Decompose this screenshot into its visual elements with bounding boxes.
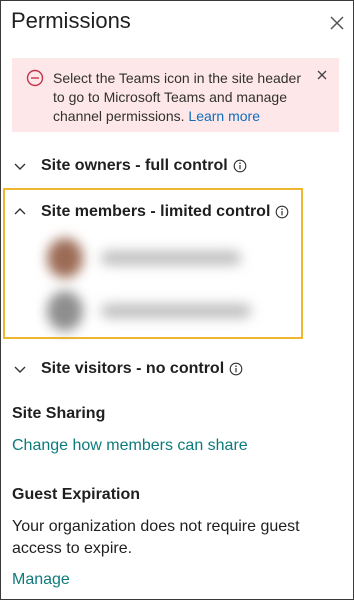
close-icon[interactable] bbox=[327, 13, 347, 33]
panel-title: Permissions bbox=[11, 8, 131, 33]
info-icon[interactable] bbox=[275, 205, 289, 219]
group-label: Site owners - full control bbox=[41, 157, 228, 174]
group-site-members[interactable]: Site members - limited control bbox=[1, 200, 289, 224]
dismiss-notice-icon[interactable] bbox=[315, 68, 329, 82]
member-name-blurred bbox=[101, 251, 241, 265]
member-name-blurred bbox=[101, 304, 251, 318]
manage-link[interactable]: Manage bbox=[12, 571, 70, 589]
chevron-up-icon bbox=[14, 208, 26, 215]
group-site-visitors[interactable]: Site visitors - no control bbox=[1, 357, 243, 381]
info-icon[interactable] bbox=[233, 159, 247, 173]
teams-notice-banner: Select the Teams icon in the site header… bbox=[12, 58, 339, 132]
group-label: Site visitors - no control bbox=[41, 360, 225, 377]
notice-text: Select the Teams icon in the site header… bbox=[53, 70, 302, 124]
chevron-down-icon bbox=[14, 163, 26, 170]
group-site-owners[interactable]: Site owners - full control bbox=[1, 154, 247, 178]
notice-message: Select the Teams icon in the site header… bbox=[53, 69, 308, 126]
change-sharing-link[interactable]: Change how members can share bbox=[12, 437, 248, 455]
guest-expiration-heading: Guest Expiration bbox=[12, 486, 141, 503]
error-circle-icon bbox=[26, 69, 44, 87]
info-icon[interactable] bbox=[229, 362, 243, 376]
member-entry[interactable] bbox=[41, 291, 251, 331]
permissions-panel: Permissions Select the Teams icon in the… bbox=[0, 0, 354, 600]
learn-more-link[interactable]: Learn more bbox=[188, 108, 260, 124]
avatar bbox=[47, 238, 83, 278]
group-label: Site members - limited control bbox=[41, 203, 271, 220]
avatar bbox=[47, 291, 83, 331]
guest-expiration-text: Your organization does not require guest… bbox=[12, 518, 300, 557]
member-entry[interactable] bbox=[41, 238, 251, 278]
chevron-down-icon bbox=[14, 366, 26, 373]
site-sharing-heading: Site Sharing bbox=[12, 405, 106, 422]
